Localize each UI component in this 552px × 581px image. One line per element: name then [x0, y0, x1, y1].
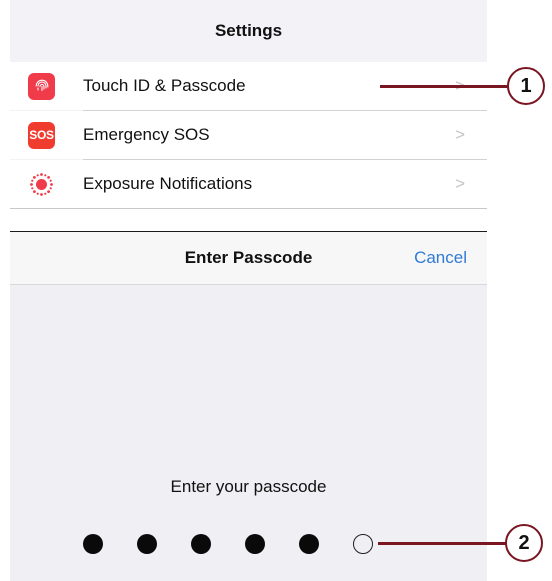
passcode-dots [10, 534, 487, 558]
cancel-button[interactable]: Cancel [414, 232, 467, 284]
passcode-dot-filled [191, 534, 211, 554]
settings-title: Settings [214, 21, 283, 40]
settings-row-label: Emergency SOS [83, 125, 210, 144]
passcode-dot-filled [137, 534, 157, 554]
chevron-right-icon: > [455, 174, 465, 193]
settings-row-emergency-sos[interactable]: SOS Emergency SOS > [10, 111, 487, 159]
fingerprint-icon [28, 72, 55, 100]
callout-2-leader-line [378, 542, 507, 545]
enter-passcode-screen: Enter Passcode Cancel Enter your passcod… [10, 231, 487, 581]
passcode-prompt: Enter your passcode [170, 477, 327, 496]
passcode-nav-bar: Enter Passcode Cancel [10, 232, 487, 285]
settings-screen: Settings Touch ID & Passcode > SOS Emerg… [10, 0, 487, 209]
settings-row-label: Exposure Notifications [83, 174, 253, 193]
settings-row-label: Touch ID & Passcode [83, 76, 246, 95]
chevron-right-icon: > [455, 125, 465, 144]
settings-row-exposure-notifications[interactable]: Exposure Notifications > [10, 160, 487, 208]
callout-2-badge: 2 [505, 524, 543, 562]
passcode-dot-filled [245, 534, 265, 554]
callout-1-leader-line [380, 85, 509, 88]
passcode-dot-filled [83, 534, 103, 554]
callout-1-badge: 1 [507, 67, 545, 105]
passcode-dot-filled [299, 534, 319, 554]
sos-icon: SOS [28, 121, 55, 149]
passcode-dot-empty [353, 534, 373, 554]
exposure-icon [28, 171, 55, 198]
